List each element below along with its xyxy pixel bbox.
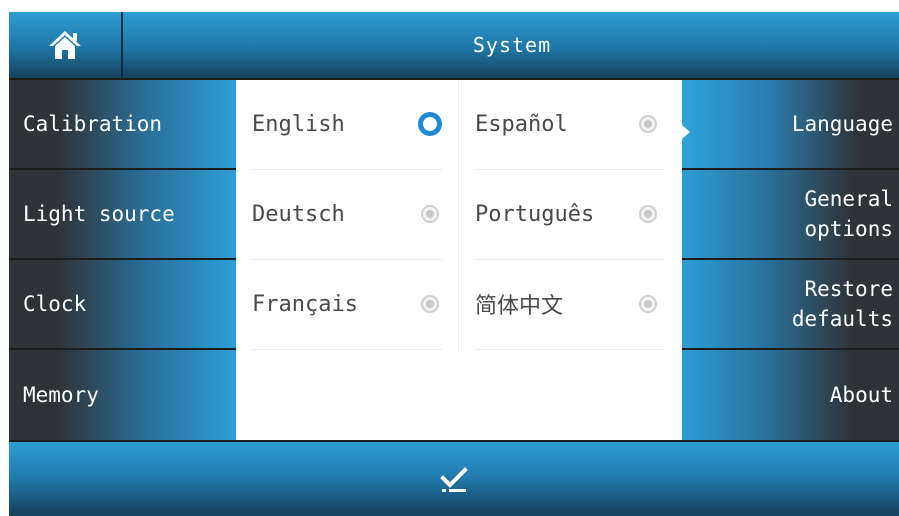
menu-item-memory[interactable]: Memory (9, 350, 236, 440)
menu-item-label: Calibration (23, 112, 163, 136)
row-divider (475, 349, 665, 350)
language-option-chinese[interactable]: 简体中文 (475, 260, 675, 348)
language-panel: English Deutsch Français Español Portugu… (236, 80, 682, 440)
radio-unselected-icon[interactable] (639, 205, 657, 223)
menu-item-language[interactable]: Language (682, 80, 899, 168)
radio-unselected-icon[interactable] (639, 295, 657, 313)
row-divider (252, 349, 442, 350)
confirm-button[interactable] (9, 442, 899, 516)
column-divider (458, 80, 459, 352)
radio-unselected-icon[interactable] (421, 205, 439, 223)
menu-item-calibration[interactable]: Calibration (9, 80, 236, 168)
menu-item-label-line2: options (804, 217, 893, 241)
menu-item-light-source[interactable]: Light source (9, 170, 236, 258)
menu-item-label-line1: General (804, 187, 893, 211)
menu-item-clock[interactable]: Clock (9, 260, 236, 348)
language-label: Español (475, 111, 568, 137)
menu-item-about[interactable]: About (682, 350, 899, 440)
radio-unselected-icon[interactable] (421, 295, 439, 313)
language-label: Français (252, 291, 358, 317)
header-bar: System (9, 12, 899, 78)
radio-selected-icon[interactable] (418, 112, 442, 136)
language-option-deutsch[interactable]: Deutsch (252, 170, 452, 258)
home-button[interactable] (9, 12, 123, 78)
menu-item-restore-defaults[interactable]: Restore defaults (682, 260, 899, 348)
language-option-espanol[interactable]: Español (475, 80, 675, 168)
menu-item-label-line2: defaults (791, 307, 893, 331)
language-label: English (252, 111, 345, 137)
menu-item-general-options[interactable]: General options (682, 170, 899, 258)
language-label: Português (475, 201, 595, 227)
language-option-francais[interactable]: Français (252, 260, 452, 348)
system-screen: System Calibration Light source Clock Me… (9, 12, 899, 516)
menu-item-label: Clock (23, 292, 87, 316)
language-option-english[interactable]: English (252, 80, 452, 168)
menu-item-label: General options (804, 184, 893, 244)
language-option-portugues[interactable]: Português (475, 170, 675, 258)
menu-item-label: Memory (23, 383, 99, 407)
menu-item-label: About (829, 383, 893, 407)
menu-item-label-line1: Restore (804, 277, 893, 301)
checkmark-icon (440, 467, 468, 492)
language-label: 简体中文 (475, 294, 564, 319)
menu-item-label: Restore defaults (792, 274, 893, 334)
language-label: Deutsch (252, 201, 345, 227)
menu-item-label: Language (791, 112, 893, 136)
radio-unselected-icon[interactable] (639, 115, 657, 133)
home-icon (49, 31, 81, 59)
page-title: System (472, 33, 552, 57)
active-pointer-icon (682, 125, 690, 139)
menu-item-label: Light source (23, 202, 175, 226)
